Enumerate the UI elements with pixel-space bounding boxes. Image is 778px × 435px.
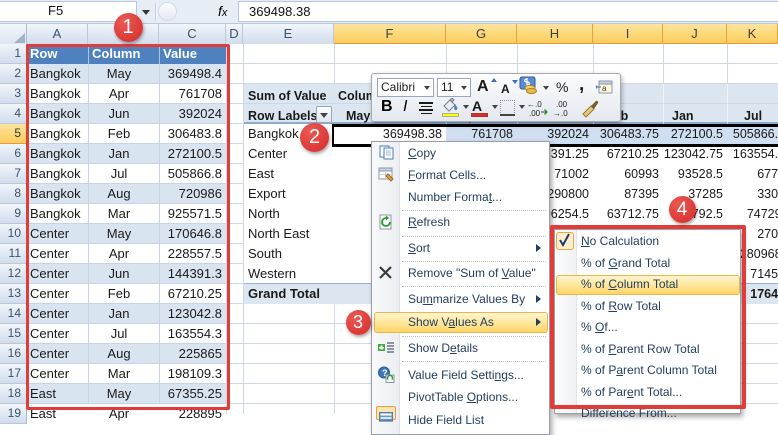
svg-text:.00: .00 xyxy=(556,100,568,109)
svg-text:←.0: ←.0 xyxy=(527,100,542,109)
svg-text:→.0: →.0 xyxy=(553,109,568,117)
svg-text:.00: .00 xyxy=(529,109,541,117)
svg-text:a: a xyxy=(602,84,607,93)
